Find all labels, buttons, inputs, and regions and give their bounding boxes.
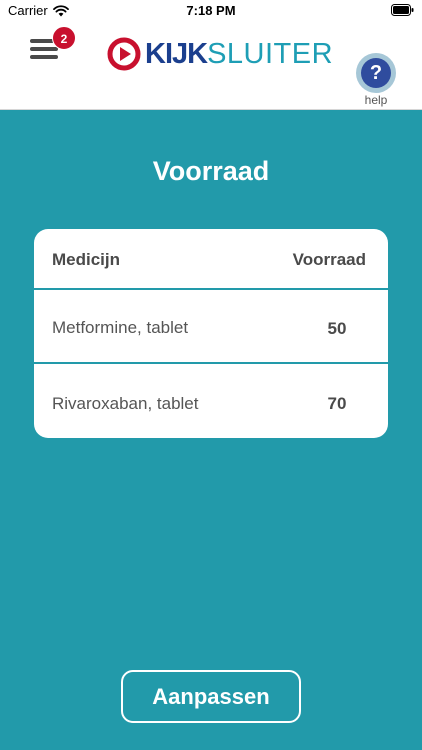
table-row: Rivaroxaban, tablet 70 — [34, 364, 388, 438]
medicine-name: Metformine, tablet — [52, 318, 189, 337]
column-header-stock: Voorraad — [292, 250, 366, 269]
page-title: Voorraad — [152, 156, 270, 186]
app-logo: KIJK SLUITER — [107, 37, 333, 71]
notification-badge: 2 — [52, 26, 76, 50]
status-bar: Carrier 7:18 PM — [0, 0, 422, 22]
table-header: Medicijn Voorraad — [34, 229, 388, 290]
adjust-button[interactable]: Aanpassen — [121, 670, 301, 723]
stock-table: Medicijn Voorraad Metformine, tablet 50 … — [34, 229, 388, 438]
table-row: Metformine, tablet 50 — [34, 290, 388, 364]
help-button[interactable]: ? — [356, 53, 396, 93]
logo-text-kijk: KIJK — [145, 37, 208, 70]
play-circle-icon — [107, 37, 141, 71]
stock-quantity: 70 — [327, 394, 347, 413]
stock-quantity: 50 — [327, 319, 347, 338]
hamburger-menu-icon-line — [30, 47, 58, 51]
medicine-name: Rivaroxaban, tablet — [52, 394, 199, 413]
battery-icon — [391, 4, 414, 16]
status-time: 7:18 PM — [186, 3, 236, 18]
hamburger-menu-icon-line — [30, 55, 58, 59]
question-mark-icon: ? — [361, 58, 391, 88]
help-label: help — [364, 93, 388, 107]
top-area: Carrier 7:18 PM 2 KIJK SLUITER ? help — [0, 0, 422, 110]
column-header-medicine: Medicijn — [52, 250, 121, 269]
logo-text-sluiter: SLUITER — [207, 37, 334, 70]
